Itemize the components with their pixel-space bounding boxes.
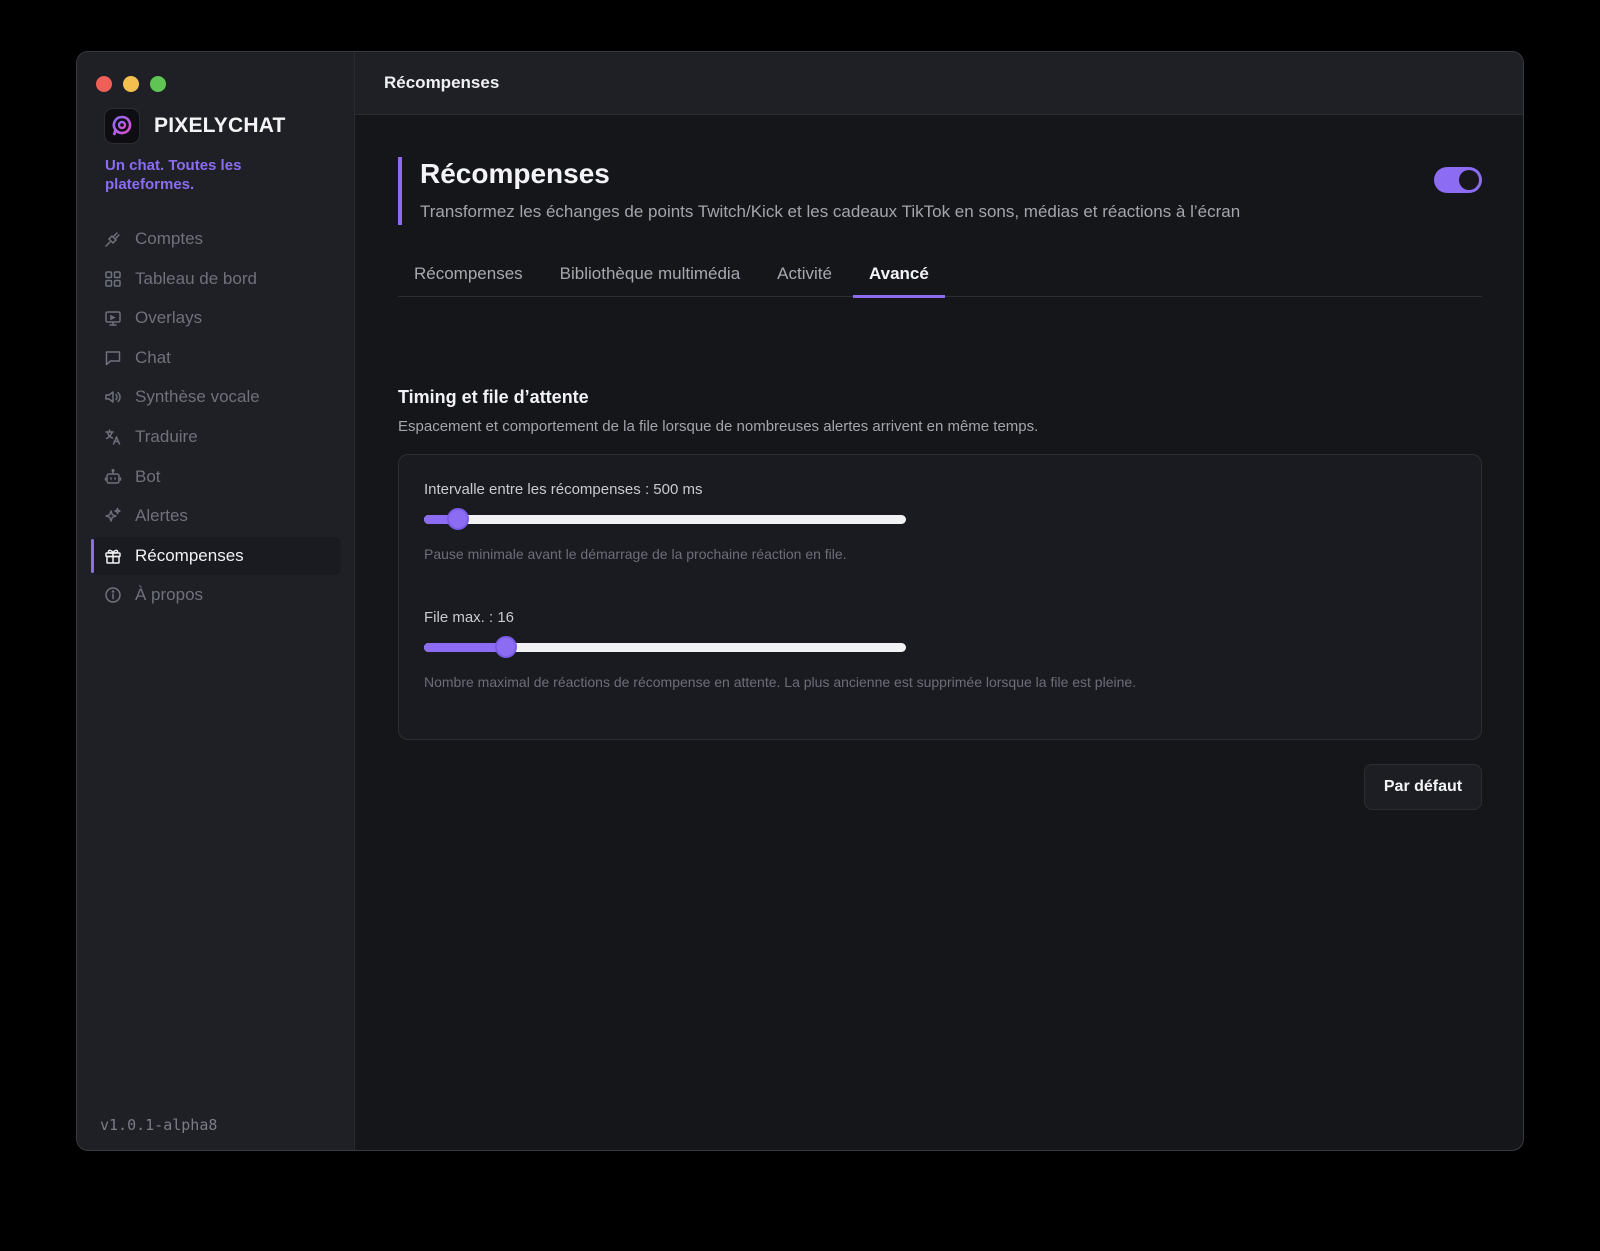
tab-bar: Récompenses Bibliothèque multimédia Acti…: [398, 251, 1482, 298]
toggle-knob: [1459, 170, 1479, 190]
app-logo-icon: [104, 108, 140, 144]
window-title: Récompenses: [384, 73, 500, 92]
sidebar-nav: Comptes Tableau de bord Overlays Chat Sy…: [91, 220, 341, 616]
sidebar-item-label: Alertes: [135, 506, 188, 526]
sidebar: PIXELYCHAT Un chat. Toutes les plateform…: [77, 52, 355, 1150]
topbar: Récompenses: [355, 52, 1523, 115]
speaker-icon: [103, 387, 123, 407]
maximize-window-button[interactable]: [150, 76, 166, 92]
section-title: Timing et file d’attente: [398, 387, 589, 407]
slider-thumb[interactable]: [447, 508, 469, 530]
queue-field: File max. : 16 Nombre maximal de réactio…: [424, 609, 1184, 690]
interval-slider[interactable]: [424, 508, 906, 530]
app-window: PIXELYCHAT Un chat. Toutes les plateform…: [76, 51, 1524, 1151]
robot-icon: [103, 467, 123, 487]
gift-icon: [103, 546, 123, 566]
interval-field: Intervalle entre les récompenses : 500 m…: [424, 481, 1184, 562]
app-version: v1.0.1-alpha8: [100, 1116, 218, 1134]
sidebar-item-recompenses[interactable]: Récompenses: [91, 536, 341, 575]
tab-recompenses[interactable]: Récompenses: [398, 251, 539, 297]
slider-track: [424, 515, 906, 524]
sidebar-item-tableau-de-bord[interactable]: Tableau de bord: [91, 260, 341, 298]
sidebar-item-label: Overlays: [135, 308, 203, 328]
sidebar-item-alertes[interactable]: Alertes: [91, 497, 341, 535]
plug-icon: [103, 229, 123, 249]
rewards-enabled-toggle[interactable]: [1434, 167, 1482, 193]
page-header: Récompenses Transformez les échanges de …: [398, 157, 1482, 225]
section-description: Espacement et comportement de la file lo…: [398, 418, 1039, 435]
window-controls: [96, 76, 166, 92]
sidebar-item-a-propos[interactable]: À propos: [91, 576, 341, 614]
queue-slider[interactable]: [424, 636, 906, 658]
minimize-window-button[interactable]: [123, 76, 139, 92]
settings-card: Intervalle entre les récompenses : 500 m…: [398, 454, 1482, 740]
info-icon: [103, 585, 123, 605]
close-window-button[interactable]: [96, 76, 112, 92]
sidebar-item-bot[interactable]: Bot: [91, 458, 341, 496]
page-title: Récompenses: [420, 158, 610, 189]
sidebar-item-label: Bot: [135, 466, 161, 486]
sparkles-icon: [103, 506, 123, 526]
translate-icon: [103, 427, 123, 447]
slider-thumb[interactable]: [495, 636, 517, 658]
chat-bubble-icon: [103, 348, 123, 368]
tab-bibliotheque-multimedia[interactable]: Bibliothèque multimédia: [544, 251, 757, 297]
brand: PIXELYCHAT: [104, 108, 286, 144]
sidebar-item-label: Comptes: [135, 229, 204, 248]
sidebar-item-label: Traduire: [135, 426, 198, 446]
sidebar-item-synthese-vocale[interactable]: Synthèse vocale: [91, 378, 341, 416]
dashboard-grid-icon: [103, 269, 123, 289]
sidebar-item-label: Récompenses: [135, 545, 244, 565]
main-panel: Récompenses Récompenses Transformez les …: [355, 52, 1523, 1150]
interval-help: Pause minimale avant le démarrage de la …: [424, 546, 847, 562]
interval-label: Intervalle entre les récompenses : 500 m…: [424, 481, 703, 498]
sidebar-item-label: Chat: [135, 347, 171, 367]
sidebar-item-chat[interactable]: Chat: [91, 339, 341, 377]
sidebar-item-comptes[interactable]: Comptes: [91, 220, 341, 258]
monitor-icon: [103, 308, 123, 328]
tab-avance[interactable]: Avancé: [852, 251, 945, 298]
brand-name: PIXELYCHAT: [154, 114, 286, 137]
tab-activite[interactable]: Activité: [761, 251, 848, 297]
page-description: Transformez les échanges de points Twitc…: [420, 202, 1241, 221]
sidebar-item-traduire[interactable]: Traduire: [91, 418, 341, 456]
queue-label: File max. : 16: [424, 609, 515, 626]
sidebar-item-label: À propos: [135, 585, 204, 605]
tagline: Un chat. Toutes les plateformes.: [105, 157, 242, 193]
queue-help: Nombre maximal de réactions de récompens…: [424, 674, 1137, 690]
sidebar-item-label: Synthèse vocale: [135, 387, 260, 407]
sidebar-item-label: Tableau de bord: [135, 268, 257, 288]
sidebar-item-overlays[interactable]: Overlays: [91, 299, 341, 337]
reset-defaults-button[interactable]: Par défaut: [1364, 764, 1482, 810]
